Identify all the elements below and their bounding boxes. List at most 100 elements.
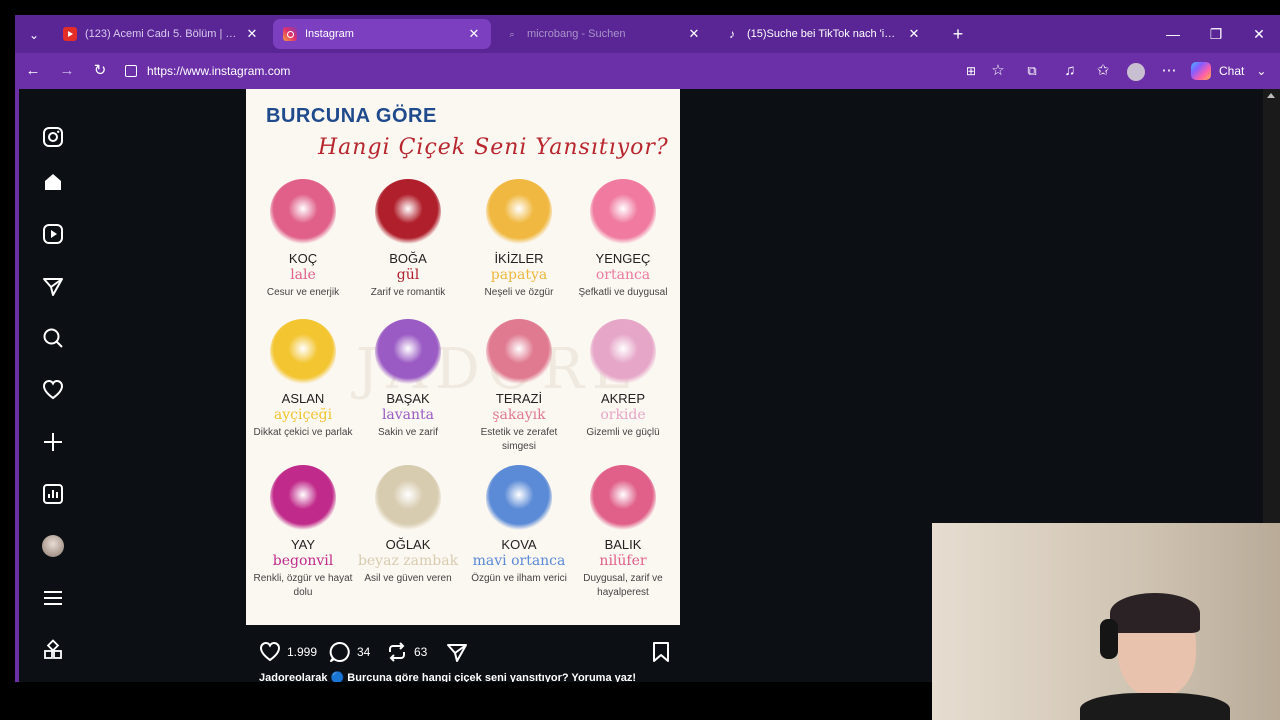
menu-hamburger-icon[interactable]	[41, 586, 65, 610]
flower-illustration	[270, 179, 336, 245]
zodiac-item: BAŞAK lavanta Sakin ve zarif	[353, 319, 463, 440]
trait-description: Neşeli ve özgür	[484, 287, 554, 298]
flower-name: orkide	[600, 407, 646, 423]
media-control-icon[interactable]: ♫	[1058, 59, 1082, 83]
notifications-heart-icon[interactable]	[41, 378, 65, 402]
flower-name: papatya	[490, 267, 548, 283]
comment-count: 34	[357, 645, 371, 659]
extensions-icon[interactable]: ⧉	[1020, 59, 1044, 83]
zodiac-sign: ASLAN	[281, 391, 325, 406]
instagram-icon	[283, 27, 297, 41]
favorite-star-icon[interactable]: ☆	[986, 59, 1010, 83]
flower-name: ortanca	[595, 267, 651, 283]
zodiac-item: KOÇ lale Cesur ve enerjik	[248, 179, 358, 300]
create-plus-icon[interactable]	[41, 430, 65, 454]
repost-icon	[389, 642, 405, 662]
flower-illustration	[375, 319, 441, 385]
scroll-up-arrow-icon[interactable]	[1267, 93, 1275, 98]
tab-title: (15)Suche bei TikTok nach 'idol ho...	[747, 28, 901, 40]
more-options-icon[interactable]: ⋯	[1157, 59, 1181, 83]
minimize-button[interactable]: —	[1161, 23, 1185, 45]
trait-description: Özgün ve ilham verici	[471, 573, 567, 584]
zodiac-sign: TERAZİ	[495, 391, 543, 406]
trait-description: Şefkatli ve duygusal	[578, 287, 668, 298]
close-tab-icon[interactable]: ✕	[687, 26, 701, 42]
zodiac-item: BOĞA gül Zarif ve romantik	[353, 179, 463, 300]
post-subtitle: Hangi Çiçek Seni Yansıtıyor?	[318, 135, 669, 160]
tab-search[interactable]: ⌕ microbang - Suchen ✕	[495, 19, 711, 49]
reload-button[interactable]: ↻	[88, 59, 112, 83]
messages-icon[interactable]	[41, 274, 65, 298]
webcam-person	[1080, 593, 1230, 720]
zodiac-item: İKİZLER papatya Neşeli ve özgür	[464, 179, 574, 300]
like-button[interactable]: 1.999	[259, 640, 317, 664]
flower-name: lale	[290, 267, 316, 283]
flower-name: beyaz zambak	[357, 553, 459, 569]
trait-description: Asil ve güven veren	[364, 573, 452, 584]
restore-button[interactable]: ❐	[1204, 23, 1228, 45]
flower-illustration	[590, 465, 656, 531]
trait-description: Cesur ve enerjik	[266, 287, 340, 298]
share-icon	[447, 644, 467, 662]
navigation-bar: ← → ↻ https://www.instagram.com ⊞ ☆ ⧉ ♫ …	[15, 53, 1280, 89]
zodiac-sign: OĞLAK	[385, 537, 431, 552]
tab-bar: ⌄ (123) Acemi Cadı 5. Bölüm | Full B... …	[15, 15, 1280, 53]
tab-actions-menu-button[interactable]: ⌄	[24, 25, 44, 45]
flower-illustration	[375, 179, 441, 245]
forward-button[interactable]: →	[55, 59, 79, 83]
flower-name: ayçiçeği	[273, 407, 333, 423]
flower-illustration	[486, 179, 552, 245]
webcam-overlay	[932, 523, 1280, 720]
tab-tiktok[interactable]: ♪ (15)Suche bei TikTok nach 'idol ho... …	[715, 19, 931, 49]
back-button[interactable]: ←	[21, 59, 45, 83]
repost-button[interactable]: 63	[386, 640, 427, 664]
zodiac-sign: İKİZLER	[494, 251, 544, 266]
tab-title: (123) Acemi Cadı 5. Bölüm | Full B...	[85, 28, 239, 40]
comment-icon	[329, 641, 350, 662]
flower-illustration	[590, 179, 656, 245]
post-title: BURCUNA GÖRE	[266, 105, 437, 127]
lock-icon[interactable]	[125, 65, 137, 77]
reels-icon[interactable]	[41, 222, 65, 246]
insights-chart-icon[interactable]	[41, 482, 65, 506]
post-caption: Jadoreolarak 🔵 Burcuna göre hangi çiçek …	[259, 672, 637, 682]
new-tab-button[interactable]: +	[947, 23, 969, 45]
post-actions: 1.999 34 63	[259, 640, 679, 664]
flower-name: mavi ortanca	[472, 553, 566, 569]
zodiac-item: TERAZİ şakayık Estetik ve zerafet simgesi	[464, 319, 574, 454]
trait-description: Zarif ve romantik	[370, 287, 446, 298]
close-tab-icon[interactable]: ✕	[467, 26, 481, 42]
bookmark-icon	[653, 642, 669, 662]
zodiac-sign: BALIK	[604, 537, 642, 552]
address-bar[interactable]: https://www.instagram.com	[119, 59, 999, 83]
zodiac-sign: KOVA	[501, 537, 537, 552]
home-icon[interactable]	[41, 170, 65, 194]
tab-youtube[interactable]: (123) Acemi Cadı 5. Bölüm | Full B... ✕	[53, 19, 269, 49]
close-tab-icon[interactable]: ✕	[245, 26, 259, 42]
close-window-button[interactable]: ✕	[1247, 23, 1271, 45]
trait-description: Estetik ve zerafet simgesi	[480, 427, 558, 452]
favorites-icon[interactable]: ✩	[1091, 59, 1115, 83]
flower-illustration	[270, 465, 336, 531]
zodiac-item: KOVA mavi ortanca Özgün ve ilham verici	[464, 465, 574, 586]
profile-avatar-icon[interactable]	[41, 534, 65, 558]
post-image[interactable]: BURCUNA GÖRE Hangi Çiçek Seni Yansıtıyor…	[246, 89, 680, 625]
tab-instagram[interactable]: Instagram ✕	[273, 19, 491, 49]
share-button[interactable]	[446, 640, 474, 664]
save-button[interactable]	[651, 640, 677, 664]
search-icon[interactable]	[41, 326, 65, 350]
zodiac-sign: BOĞA	[389, 251, 427, 266]
chevron-down-icon: ⌄	[1256, 64, 1267, 78]
comment-button[interactable]: 34	[329, 640, 370, 664]
like-count: 1.999	[287, 645, 318, 659]
flower-illustration	[486, 465, 552, 531]
flower-illustration	[486, 319, 552, 385]
more-apps-icon[interactable]	[41, 638, 65, 662]
profile-avatar[interactable]	[1127, 63, 1145, 81]
copilot-chat-button[interactable]: Chat ⌄	[1191, 59, 1266, 83]
zodiac-item: YENGEÇ ortanca Şefkatli ve duygusal	[568, 179, 678, 300]
instagram-logo-icon[interactable]	[41, 125, 65, 149]
close-tab-icon[interactable]: ✕	[907, 26, 921, 42]
app-available-icon[interactable]: ⊞	[959, 59, 983, 83]
trait-description: Sakin ve zarif	[377, 427, 439, 438]
